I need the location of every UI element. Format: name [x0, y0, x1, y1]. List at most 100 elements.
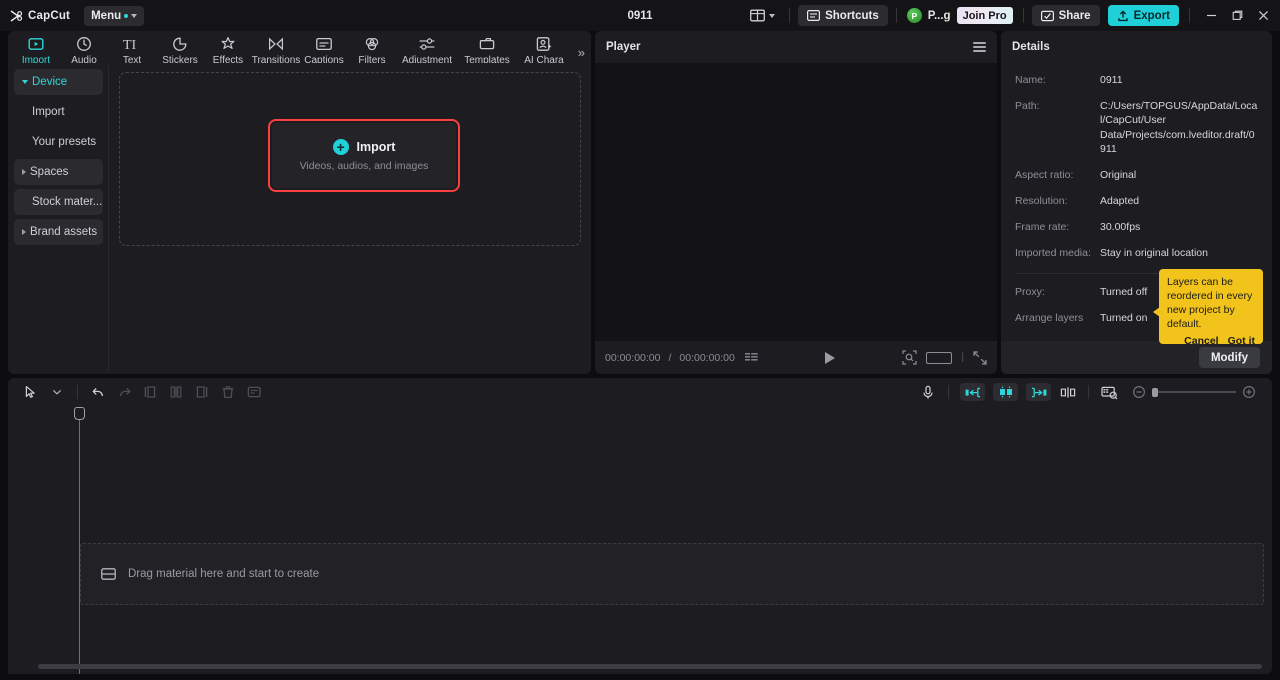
share-icon: [1040, 10, 1054, 22]
zoom-slider[interactable]: [1126, 381, 1262, 403]
chevron-right-icon: [22, 169, 26, 175]
detail-value: C:/Users/TOPGUS/AppData/Local/CapCut/Use…: [1100, 100, 1258, 155]
tab-captions[interactable]: Captions: [300, 31, 348, 66]
close-button[interactable]: [1250, 0, 1276, 31]
aspect-ratio-icon[interactable]: [926, 351, 953, 364]
tooltip-text: Layers can be reordered in every new pro…: [1167, 276, 1253, 330]
sidebar-item-import[interactable]: Import: [14, 99, 103, 125]
microphone-icon[interactable]: [915, 381, 941, 403]
share-button[interactable]: Share: [1031, 5, 1100, 26]
chevron-right-icon: [22, 229, 26, 235]
hamburger-icon[interactable]: [973, 41, 986, 53]
crop-icon[interactable]: [241, 381, 267, 403]
title-bar: CapCut Menu 0911 Shortcuts P P...g Join …: [0, 0, 1280, 31]
detail-value: Original: [1100, 168, 1137, 181]
undo-icon[interactable]: [85, 381, 111, 403]
menu-button[interactable]: Menu: [84, 5, 145, 26]
zoom-track[interactable]: [1152, 387, 1236, 397]
redo-icon[interactable]: [111, 381, 137, 403]
media-library-panel: Device Import Your presets Spaces Stock …: [8, 63, 591, 374]
captions-icon: [316, 35, 332, 52]
select-cursor-icon[interactable]: [18, 381, 44, 403]
import-title: Import: [356, 140, 396, 154]
tooltip-cancel-button[interactable]: Cancel: [1184, 335, 1218, 344]
maximize-button[interactable]: [1224, 0, 1250, 31]
tooltip-confirm-button[interactable]: Got it: [1228, 335, 1255, 344]
player-stage[interactable]: [595, 63, 997, 341]
play-icon[interactable]: [825, 351, 836, 364]
detail-key: Frame rate:: [1015, 221, 1070, 234]
tab-text[interactable]: TI Text: [108, 31, 156, 67]
tab-ai-character[interactable]: AI Chara: [516, 31, 572, 66]
auto-snap-icon[interactable]: [993, 383, 1018, 401]
minimize-button[interactable]: [1198, 0, 1224, 31]
tooltip-popup: Layers can be reordered in every new pro…: [1159, 269, 1263, 344]
account-area[interactable]: P P...g Join Pro: [905, 7, 1015, 24]
detail-row: Path: C:/Users/TOPGUS/AppData/Local/CapC…: [1015, 99, 1258, 156]
details-title: Details: [1012, 41, 1050, 53]
tab-import[interactable]: Import: [12, 31, 60, 66]
filters-icon: [364, 35, 380, 52]
join-pro-badge[interactable]: Join Pro: [956, 7, 1013, 24]
detail-key: Path:: [1015, 100, 1040, 113]
tab-stickers[interactable]: Stickers: [156, 31, 204, 66]
snap-right-icon[interactable]: [1026, 383, 1051, 401]
shortcuts-button[interactable]: Shortcuts: [798, 5, 888, 26]
player-panel: Player 00:00:00:00 / 00:00:00:00 |: [595, 31, 997, 374]
sidebar-item-brand-assets[interactable]: Brand assets: [14, 219, 103, 245]
timeline-toolbar: [8, 378, 1272, 406]
preview-thumb-icon[interactable]: [1096, 381, 1122, 403]
tab-audio[interactable]: Audio: [60, 31, 108, 66]
timeline-ruler[interactable]: [8, 406, 1272, 426]
snap-left-icon[interactable]: [960, 383, 985, 401]
split-left-icon[interactable]: [137, 381, 163, 403]
player-title: Player: [606, 41, 641, 53]
tab-filters[interactable]: Filters: [348, 31, 396, 66]
zoom-in-icon[interactable]: [1236, 381, 1262, 403]
layout-button[interactable]: [744, 6, 781, 25]
tab-transitions[interactable]: Transitions: [252, 31, 300, 66]
sidebar-item-label: Brand assets: [30, 226, 98, 238]
timeline-dropzone[interactable]: Drag material here and start to create: [80, 543, 1264, 605]
media-content-area: + Import Videos, audios, and images: [109, 63, 591, 374]
timeline-area[interactable]: Drag material here and start to create: [8, 406, 1272, 674]
current-time: 00:00:00:00: [605, 351, 661, 364]
sidebar-item-spaces[interactable]: Spaces: [14, 159, 103, 185]
detail-value: Adapted: [1100, 195, 1140, 208]
detail-row: Aspect ratio: Original: [1015, 168, 1258, 182]
total-time: 00:00:00:00: [679, 351, 735, 364]
modify-button[interactable]: Modify: [1198, 347, 1260, 368]
app-name: CapCut: [28, 9, 71, 22]
detail-key: Name:: [1015, 74, 1046, 86]
more-tabs-icon[interactable]: »: [578, 45, 585, 60]
detail-value: Stay in original location: [1100, 247, 1208, 260]
split-icon[interactable]: [163, 381, 189, 403]
audio-icon: [76, 35, 92, 52]
tab-effects[interactable]: Effects: [204, 31, 252, 66]
templates-icon: [479, 35, 495, 52]
timeline-horizontal-scrollbar[interactable]: [38, 664, 1262, 669]
mirror-icon[interactable]: [1055, 381, 1081, 403]
quality-zoom-icon[interactable]: [902, 350, 917, 365]
player-controls: 00:00:00:00 / 00:00:00:00 |: [595, 341, 997, 374]
tab-adjustment[interactable]: Adjustment: [396, 31, 458, 66]
sidebar-item-stock-materials[interactable]: Stock mater...: [14, 189, 103, 215]
detail-row: Frame rate: 30.00fps: [1015, 220, 1258, 234]
export-button[interactable]: Export: [1107, 5, 1179, 26]
fullscreen-icon[interactable]: [973, 350, 987, 365]
import-button[interactable]: + Import Videos, audios, and images: [268, 119, 460, 192]
sidebar-item-your-presets[interactable]: Your presets: [14, 129, 103, 155]
time-separator: /: [668, 351, 672, 364]
detail-key: Arrange layers: [1015, 311, 1084, 324]
playhead-handle[interactable]: [74, 407, 85, 420]
sidebar-item-device[interactable]: Device: [14, 69, 103, 95]
chevron-down-icon[interactable]: [44, 381, 70, 403]
delete-icon[interactable]: [215, 381, 241, 403]
media-dropzone[interactable]: + Import Videos, audios, and images: [119, 72, 581, 246]
zoom-out-icon[interactable]: [1126, 381, 1152, 403]
zoom-handle[interactable]: [1152, 387, 1158, 397]
split-right-icon[interactable]: [189, 381, 215, 403]
divider: [1022, 8, 1024, 23]
tab-templates[interactable]: Templates: [458, 31, 516, 66]
quality-icon[interactable]: [744, 352, 758, 364]
